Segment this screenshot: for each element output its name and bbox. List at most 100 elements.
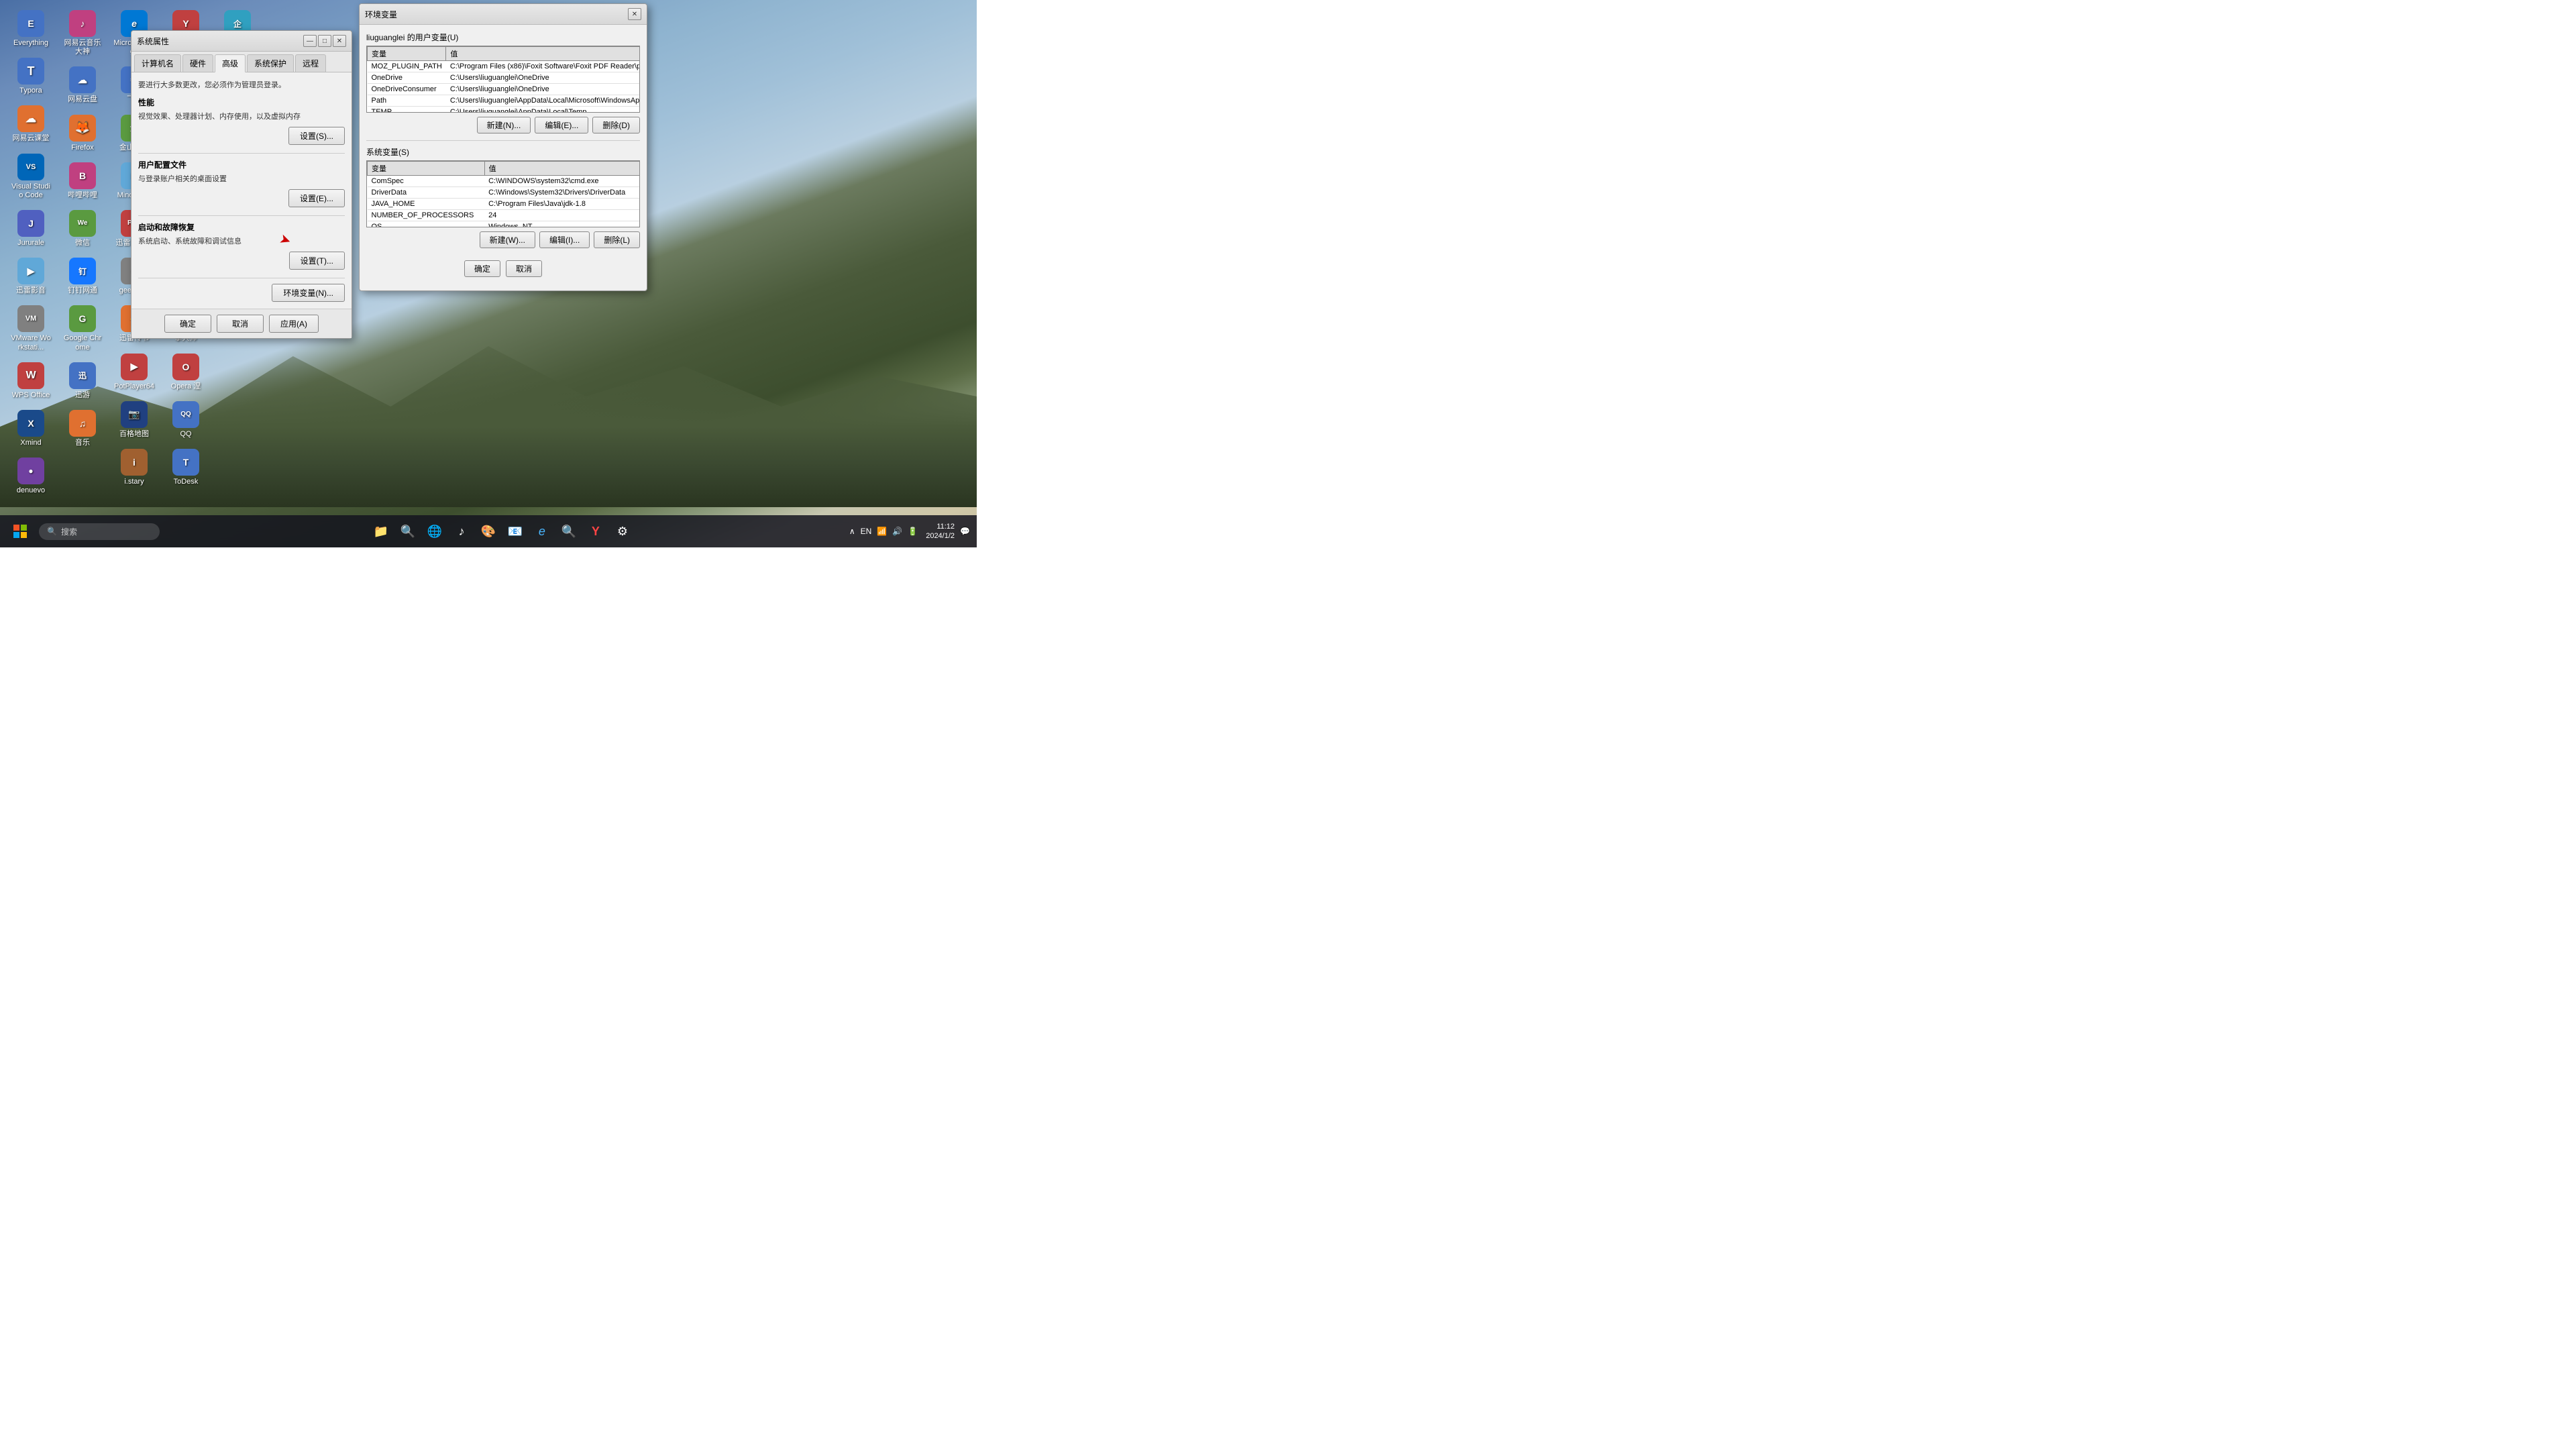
search-icon: 🔍 [47, 527, 57, 536]
desktop-icon-potplayer[interactable]: ▶ PotPlayer64 [110, 350, 158, 394]
user-var-path-value: C:\Users\liuguanglei\AppData\Local\Micro… [446, 95, 640, 107]
close-button[interactable]: ✕ [333, 35, 346, 47]
taskbar-search[interactable]: 🔍 [396, 519, 420, 543]
env-close-button[interactable]: ✕ [628, 8, 641, 20]
language-indicator[interactable]: EN [861, 527, 872, 536]
taskbar-youdao[interactable]: Y [584, 519, 608, 543]
user-edit-button[interactable]: 编辑(E)... [535, 117, 588, 133]
tab-hardware[interactable]: 硬件 [182, 54, 213, 72]
user-var-row-moz[interactable]: MOZ_PLUGIN_PATH C:\Program Files (x86)\F… [368, 61, 641, 72]
env-ok-button[interactable]: 确定 [464, 260, 500, 277]
user-var-row-temp[interactable]: TEMP C:\Users\liuguanglei\AppData\Local\… [368, 107, 641, 113]
env-vars-titlebar: 环境变量 ✕ [360, 4, 647, 25]
sys-var-row-numproc[interactable]: NUMBER_OF_PROCESSORS 24 [368, 210, 641, 221]
desktop-icon-denuevo[interactable]: ● denuevo [7, 454, 55, 498]
desktop-icon-firefox[interactable]: 🦊 Firefox [58, 111, 107, 156]
apply-button[interactable]: 应用(A) [269, 315, 319, 333]
notification-icon[interactable]: 💬 [960, 527, 970, 536]
tab-computer-name[interactable]: 计算机名 [134, 54, 181, 72]
environment-variables-dialog: 环境变量 ✕ liuguanglei 的用户变量(U) 变量 值 [359, 3, 647, 291]
taskbar-left: 🔍 搜索 [7, 518, 160, 545]
desktop-icon-map[interactable]: 📷 百格地图 [110, 398, 158, 442]
desktop-icon-netease-disk[interactable]: ☁ 网易云盘 [58, 63, 107, 107]
typora-icon: T [17, 58, 44, 85]
desktop-icon-chrome[interactable]: G Google Chrome [58, 302, 107, 355]
sys-edit-button[interactable]: 编辑(I)... [539, 231, 590, 248]
user-var-moz-value: C:\Program Files (x86)\Foxit Software\Fo… [446, 61, 640, 72]
desktop-icon-opera[interactable]: O Opera 涅 [162, 350, 210, 394]
user-profiles-settings-button[interactable]: 设置(E)... [288, 189, 345, 207]
taskbar-edge[interactable]: e [530, 519, 554, 543]
desktop-icon-qq[interactable]: QQ QQ [162, 398, 210, 442]
sys-var-row-comspec[interactable]: ComSpec C:\WINDOWS\system32\cmd.exe [368, 176, 641, 187]
sys-new-button[interactable]: 新建(W)... [480, 231, 535, 248]
tab-system-protection[interactable]: 系统保护 [247, 54, 294, 72]
opera-icon: O [172, 354, 199, 380]
sys-var-driverdata-value: C:\Windows\System32\Drivers\DriverData [484, 187, 640, 199]
taskbar-mail[interactable]: 📧 [503, 519, 527, 543]
env-cancel-button[interactable]: 取消 [506, 260, 542, 277]
sys-delete-button[interactable]: 删除(L) [594, 231, 640, 248]
desktop-icon-wechat[interactable]: We 微信 [58, 207, 107, 251]
desktop-icon-music2[interactable]: ♫ 音乐 [58, 407, 107, 451]
start-button[interactable] [7, 518, 34, 545]
chrome-icon: G [69, 305, 96, 332]
desktop-icon-typora[interactable]: T Typora [7, 54, 55, 99]
desktop-icon-player[interactable]: ▶ 迅雷影音 [7, 254, 55, 299]
sys-vars-table-scroll[interactable]: 变量 值 ComSpec C:\WINDOWS\system32\cmd.exe… [366, 160, 640, 227]
taskbar-paint[interactable]: 🎨 [476, 519, 500, 543]
desktop-icon-netease-cloud[interactable]: ☁ 网易云课堂 [7, 102, 55, 146]
user-var-onedrive-value: C:\Users\liuguanglei\OneDrive [446, 72, 640, 84]
system-properties-content: 要进行大多数更改，您必须作为管理员登录。 性能 视觉效果、处理器计划、内存使用，… [131, 72, 352, 309]
user-var-temp-name: TEMP [368, 107, 446, 113]
wechat-icon: We [69, 210, 96, 237]
clock[interactable]: 11:12 2024/1/2 [926, 522, 955, 541]
desktop-icon-music[interactable]: ♪ 网易云音乐大神 [58, 7, 107, 60]
user-var-row-path[interactable]: Path C:\Users\liuguanglei\AppData\Local\… [368, 95, 641, 107]
netease-cloud-icon: ☁ [17, 105, 44, 132]
desktop-icon-bilibili[interactable]: B 哔哩哔哩 [58, 159, 107, 203]
ok-button[interactable]: 确定 [164, 315, 211, 333]
startup-settings-button[interactable]: 设置(T)... [289, 252, 345, 270]
sys-var-col-header: 变量 [368, 162, 485, 176]
user-var-row-onedrive[interactable]: OneDrive C:\Users\liuguanglei\OneDrive [368, 72, 641, 84]
user-new-button[interactable]: 新建(N)... [477, 117, 531, 133]
taskbar-right: ∧ EN 📶 🔊 🔋 11:12 2024/1/2 💬 [844, 522, 970, 541]
xunke-icon: 迅 [69, 362, 96, 389]
desktop-icon-wps[interactable]: W WPS Office [7, 359, 55, 403]
netease-disk-icon: ☁ [69, 66, 96, 93]
tab-remote[interactable]: 远程 [295, 54, 326, 72]
taskbar-search2[interactable]: 🔍 [557, 519, 581, 543]
user-vars-header: liuguanglei 的用户变量(U) [366, 32, 640, 43]
user-var-row-onedrivecon[interactable]: OneDriveConsumer C:\Users\liuguanglei\On… [368, 84, 641, 95]
minimize-button[interactable]: — [303, 35, 317, 47]
desktop-icon-xmind[interactable]: X Xmind [7, 407, 55, 451]
performance-settings-button[interactable]: 设置(S)... [288, 127, 345, 145]
sys-var-row-javahome[interactable]: JAVA_HOME C:\Program Files\Java\jdk-1.8 [368, 199, 641, 210]
desktop-icon-dingtalk[interactable]: 钉 钉钉网通 [58, 254, 107, 299]
env-vars-button[interactable]: 环境变量(N)... [272, 284, 345, 302]
desktop-icon-vmware[interactable]: VM VMware Workstati... [7, 302, 55, 355]
system-properties-bottom-buttons: 确定 取消 应用(A) [131, 309, 352, 338]
taskbar-misc[interactable]: ⚙ [610, 519, 635, 543]
sys-var-javahome-name: JAVA_HOME [368, 199, 485, 210]
user-vars-table-scroll[interactable]: 变量 值 MOZ_PLUGIN_PATH C:\Program Files (x… [366, 46, 640, 113]
tray-arrow[interactable]: ∧ [849, 527, 855, 536]
desktop-icon-istary[interactable]: i i.stary [110, 445, 158, 490]
sys-var-row-os[interactable]: OS Windows_NT [368, 221, 641, 228]
desktop-icon-jururale[interactable]: J Jururale [7, 207, 55, 251]
sys-var-row-driverdata[interactable]: DriverData C:\Windows\System32\Drivers\D… [368, 187, 641, 199]
desktop-icon-xunke[interactable]: 迅 迅游 [58, 359, 107, 403]
tab-advanced[interactable]: 高级 [215, 54, 246, 72]
taskbar-browser[interactable]: 🌐 [423, 519, 447, 543]
desktop-icon-vscode[interactable]: VS Visual Studio Code [7, 150, 55, 203]
cancel-button[interactable]: 取消 [217, 315, 264, 333]
desktop-icon-todesk[interactable]: T ToDesk [162, 445, 210, 490]
taskbar-music[interactable]: ♪ [449, 519, 474, 543]
taskbar-search-box[interactable]: 🔍 搜索 [39, 523, 160, 540]
user-delete-button[interactable]: 删除(D) [592, 117, 640, 133]
desktop-icon-everything[interactable]: E Everything [7, 7, 55, 51]
taskbar-file-manager[interactable]: 📁 [369, 519, 393, 543]
everything-label: Everything [13, 39, 48, 48]
maximize-button[interactable]: □ [318, 35, 331, 47]
